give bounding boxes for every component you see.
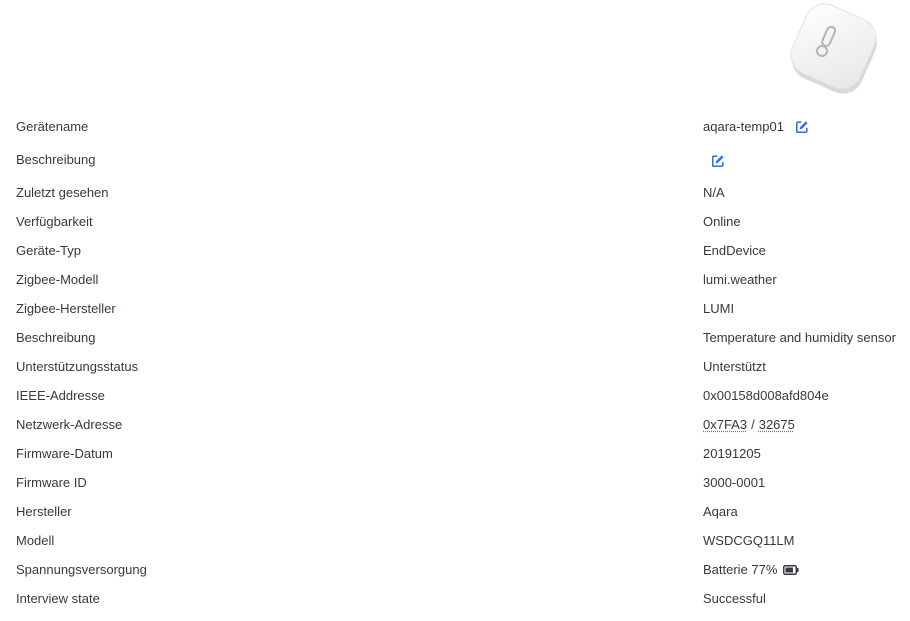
value-firmware-id: 3000-0001	[703, 475, 766, 490]
value-power-source: Batterie 77%	[703, 562, 778, 577]
label-firmware-date: Firmware-Datum	[16, 446, 113, 461]
value-support-status: Unterstützt	[703, 359, 766, 374]
label-firmware-id: Firmware ID	[16, 475, 87, 490]
label-network-address: Netzwerk-Adresse	[16, 417, 123, 432]
device-info-table: Gerätename aqara-temp01 Beschreibung Zul…	[0, 111, 910, 612]
value-last-seen: N/A	[703, 185, 725, 200]
label-last-seen: Zuletzt gesehen	[16, 185, 109, 200]
row-device-type: Geräte-Typ EndDevice	[0, 235, 910, 264]
label-device-type: Geräte-Typ	[16, 243, 82, 258]
label-ieee-address: IEEE-Addresse	[16, 388, 105, 403]
row-network-address: Netzwerk-Adresse 0x7FA3 / 32675	[0, 409, 910, 438]
value-description-model: Temperature and humidity sensor	[703, 330, 896, 345]
label-description: Beschreibung	[16, 152, 96, 167]
value-zigbee-manufacturer: LUMI	[703, 301, 735, 316]
edit-icon[interactable]	[795, 120, 809, 134]
value-ieee-address: 0x00158d008afd804e	[703, 388, 829, 403]
battery-icon	[783, 564, 800, 575]
network-address-separator: /	[751, 417, 755, 432]
label-availability: Verfügbarkeit	[16, 214, 93, 229]
value-firmware-date: 20191205	[703, 446, 761, 461]
model-link[interactable]: WSDCGQ11LM	[703, 533, 795, 548]
row-description-editable: Beschreibung	[0, 144, 910, 177]
row-availability: Verfügbarkeit Online	[0, 206, 910, 235]
row-device-name: Gerätename aqara-temp01	[0, 111, 910, 144]
value-zigbee-model: lumi.weather	[703, 272, 777, 287]
label-manufacturer: Hersteller	[16, 504, 72, 519]
row-description: Beschreibung Temperature and humidity se…	[0, 322, 910, 351]
value-interview-state: Successful	[703, 591, 766, 606]
row-last-seen: Zuletzt gesehen N/A	[0, 177, 910, 206]
label-interview-state: Interview state	[16, 591, 100, 606]
row-support-status: Unterstützungsstatus Unterstützt	[0, 351, 910, 380]
value-device-type: EndDevice	[703, 243, 766, 258]
label-zigbee-manufacturer: Zigbee-Hersteller	[16, 301, 116, 316]
label-power-source: Spannungsversorgung	[16, 562, 147, 577]
row-power-source: Spannungsversorgung Batterie 77%	[0, 554, 910, 583]
manufacturer-link[interactable]: Aqara	[703, 504, 738, 519]
label-model: Modell	[16, 533, 55, 548]
row-model: Modell WSDCGQ11LM	[0, 525, 910, 554]
row-zigbee-manufacturer: Zigbee-Hersteller LUMI	[0, 293, 910, 322]
label-support-status: Unterstützungsstatus	[16, 359, 139, 374]
label-device-name: Gerätename	[16, 119, 89, 134]
value-availability: Online	[703, 214, 741, 229]
edit-icon[interactable]	[711, 154, 725, 168]
row-firmware-id: Firmware ID 3000-0001	[0, 467, 910, 496]
row-firmware-date: Firmware-Datum 20191205	[0, 438, 910, 467]
device-image	[790, 3, 877, 94]
row-interview-state: Interview state Successful	[0, 583, 910, 612]
label-description-model: Beschreibung	[16, 330, 96, 345]
row-ieee-address: IEEE-Addresse 0x00158d008afd804e	[0, 380, 910, 409]
device-info-page: Gerätename aqara-temp01 Beschreibung Zul…	[0, 0, 910, 621]
value-network-address-hex: 0x7FA3	[703, 417, 748, 432]
row-zigbee-model: Zigbee-Modell lumi.weather	[0, 264, 910, 293]
value-device-name: aqara-temp01	[703, 119, 784, 134]
label-zigbee-model: Zigbee-Modell	[16, 272, 99, 287]
value-network-address-dec: 32675	[758, 417, 795, 432]
row-manufacturer: Hersteller Aqara	[0, 496, 910, 525]
